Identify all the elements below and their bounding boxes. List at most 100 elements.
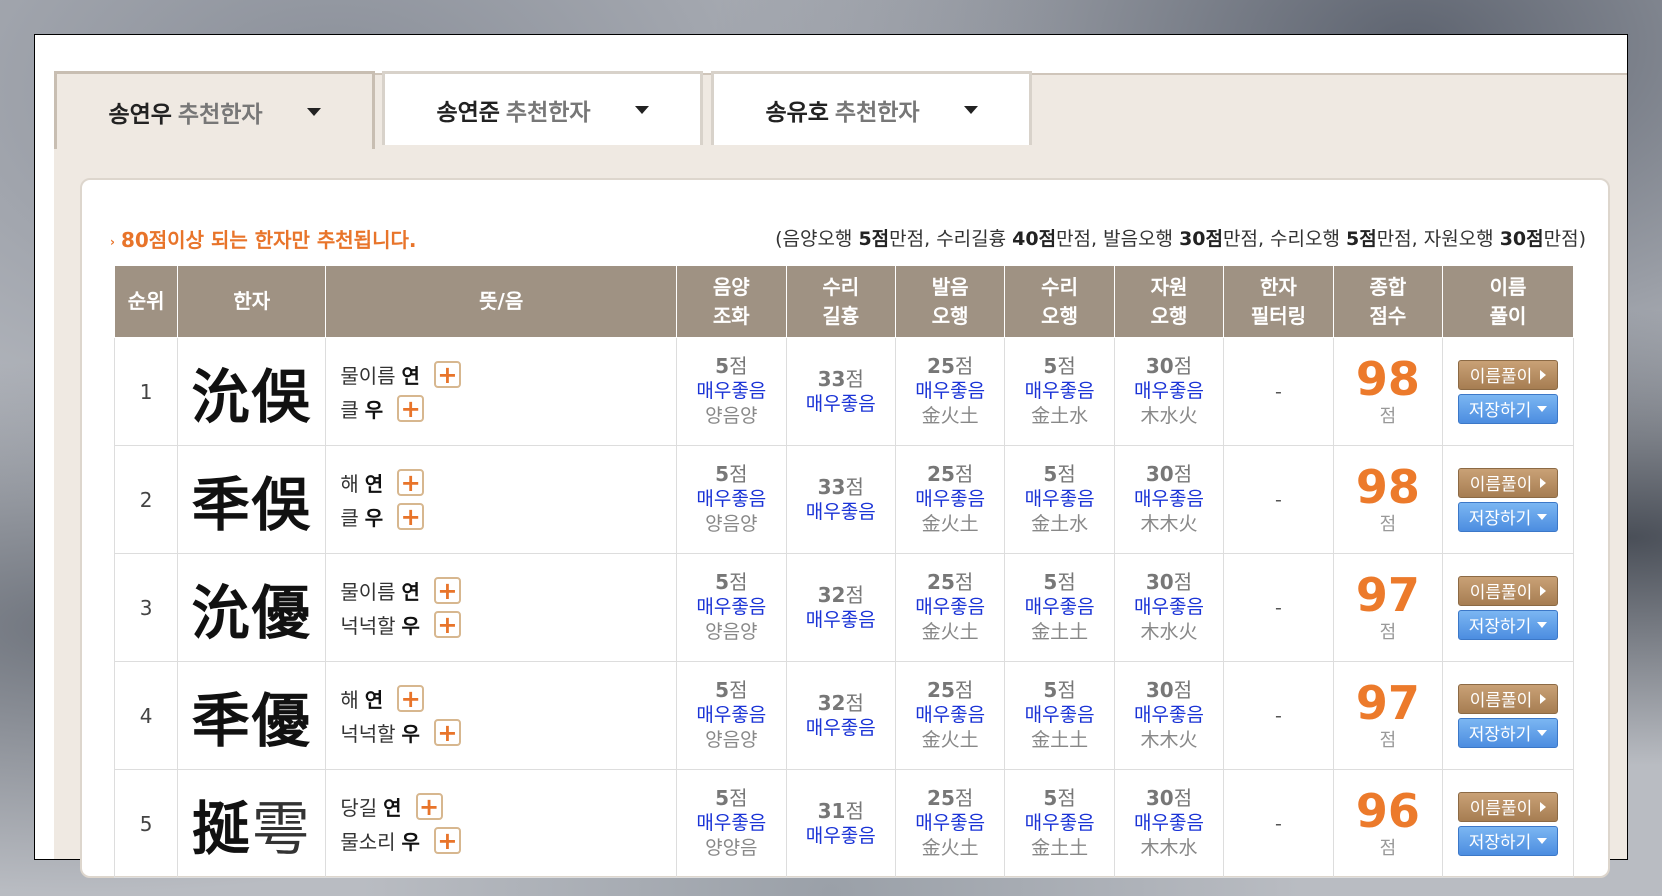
element-text: 木木水	[1140, 837, 1198, 859]
save-button[interactable]: 저장하기	[1458, 825, 1559, 856]
total-score: 98	[1355, 351, 1420, 406]
rating-text: 매우좋음	[805, 392, 876, 415]
suri-gilhyung-cell: 32점 매우좋음	[785, 661, 896, 770]
col-balum-ohaeng: 발음 오행	[894, 265, 1006, 338]
col-meaning: 뜻/음	[325, 265, 678, 338]
eumyang-cell: 5점 매우좋음 양음양	[676, 661, 787, 770]
rating-text: 매우좋음	[805, 716, 876, 739]
element-text: 金土水	[1031, 513, 1089, 535]
plus-icon[interactable]: +	[433, 827, 461, 854]
rank-cell: 3	[113, 553, 179, 662]
suri-ohaeng-cell: 5점 매우좋음 金土土	[1004, 553, 1115, 662]
arrow-right-icon	[1540, 585, 1547, 596]
arrow-right-icon	[1540, 477, 1547, 488]
tab-name: 송유호	[765, 99, 829, 126]
name-analysis-button[interactable]: 이름풀이	[1458, 575, 1559, 606]
element-text: 金火土	[921, 729, 979, 751]
name-analysis-button[interactable]: 이름풀이	[1458, 791, 1559, 822]
hanja-filter-cell: -	[1223, 769, 1334, 878]
col-jawon-ohaeng: 자원 오행	[1113, 265, 1225, 338]
save-button[interactable]: 저장하기	[1458, 501, 1559, 532]
balum-ohaeng-cell: 25점 매우좋음 金火土	[894, 337, 1006, 446]
eumyang-cell: 5점 매우좋음 양음양	[676, 337, 787, 446]
plus-icon[interactable]: +	[397, 469, 425, 496]
caret-down-icon	[1537, 621, 1548, 628]
plus-icon[interactable]: +	[433, 361, 461, 388]
save-button[interactable]: 저장하기	[1458, 609, 1559, 640]
tab-name: 송연준	[436, 99, 500, 126]
rating-text: 매우좋음	[696, 704, 767, 726]
actions-cell: 이름풀이 저장하기	[1442, 661, 1574, 770]
table-row: 1 沇俁 물이름 연 + 클 우 + 5점 매우좋음 양음양 33점 매우좋음 25점 …	[113, 337, 1574, 446]
actions-cell: 이름풀이 저장하기	[1442, 553, 1574, 662]
rating-text: 매우좋음	[915, 704, 986, 726]
suri-gilhyung-cell: 31점 매우좋음	[785, 769, 896, 878]
name-analysis-button[interactable]: 이름풀이	[1458, 359, 1559, 390]
rank-cell: 2	[113, 445, 179, 554]
table-header: 순위 한자 뜻/음 음양 조화 수리 길흉 발음 오행 수리 오행 자원 오행 한자 필터링…	[113, 265, 1574, 338]
name-analysis-button[interactable]: 이름풀이	[1458, 683, 1559, 714]
actions-cell: 이름풀이 저장하기	[1442, 769, 1574, 878]
tab-name: 송연우	[108, 101, 172, 128]
table-row: 2 秊俁 해 연 + 클 우 + 5점 매우좋음 양음양 33점 매우좋음 25점 매우…	[113, 445, 1574, 554]
rating-text: 매우좋음	[1134, 596, 1204, 618]
jawon-ohaeng-cell: 30점 매우좋음 木木火	[1113, 445, 1225, 554]
hanja-cell: 挻雩	[177, 769, 327, 878]
arrow-right-icon	[1540, 369, 1547, 380]
plus-icon[interactable]: +	[397, 685, 425, 712]
col-total-score: 종합 점수	[1332, 265, 1444, 338]
rating-text: 매우좋음	[915, 380, 986, 402]
plus-icon[interactable]: +	[433, 719, 461, 746]
score-legend: (음양오행 5점만점, 수리길흉 40점만점, 발음오행 30점만점, 수리오행…	[775, 228, 1586, 250]
rating-text: 매우좋음	[915, 596, 986, 618]
plus-icon[interactable]: +	[397, 395, 425, 422]
element-text: 金火土	[921, 837, 979, 859]
rating-text: 매우좋음	[805, 824, 876, 847]
plus-icon[interactable]: +	[415, 793, 443, 820]
tab-songyuho[interactable]: 송유호 추천한자	[711, 71, 1032, 145]
caret-down-icon	[1537, 513, 1548, 520]
col-suri-ohaeng: 수리 오행	[1004, 265, 1115, 338]
hanja-filter-cell: -	[1223, 661, 1334, 770]
recommend-table: 순위 한자 뜻/음 음양 조화 수리 길흉 발음 오행 수리 오행 자원 오행 한자 필터링…	[113, 265, 1574, 878]
rating-text: 매우좋음	[1024, 380, 1095, 402]
caret-down-icon	[1537, 405, 1548, 412]
rating-text: 매우좋음	[915, 488, 986, 510]
save-button[interactable]: 저장하기	[1458, 717, 1559, 748]
table-row: 3 沇優 물이름 연 + 넉넉할 우 + 5점 매우좋음 양음양 32점 매우좋음 25…	[113, 553, 1574, 662]
total-score: 97	[1355, 675, 1420, 730]
jawon-ohaeng-cell: 30점 매우좋음 木木火	[1113, 661, 1225, 770]
balum-ohaeng-cell: 25점 매우좋음 金火土	[894, 661, 1006, 770]
total-score: 96	[1355, 783, 1420, 838]
tab-songyeonwoo[interactable]: 송연우 추천한자	[54, 71, 375, 149]
plus-icon[interactable]: +	[433, 611, 461, 638]
element-text: 양음양	[705, 405, 758, 427]
rating-text: 매우좋음	[696, 488, 767, 510]
caret-down-icon	[1537, 837, 1548, 844]
element-text: 양음양	[705, 729, 758, 751]
eumyang-cell: 5점 매우좋음 양음양	[676, 445, 787, 554]
element-text: 양음양	[705, 621, 758, 643]
col-hanja-filter: 한자 필터링	[1223, 265, 1334, 338]
name-analysis-button[interactable]: 이름풀이	[1458, 467, 1559, 498]
tab-songyeonjun[interactable]: 송연준 추천한자	[382, 71, 703, 145]
eumyang-cell: 5점 매우좋음 양양음	[676, 769, 787, 878]
hanja-cell: 秊俁	[177, 445, 327, 554]
element-text: 양양음	[705, 837, 758, 859]
element-text: 木水火	[1140, 621, 1198, 643]
hanja-cell: 秊優	[177, 661, 327, 770]
total-score-cell: 97 점	[1332, 553, 1444, 662]
total-score: 98	[1355, 459, 1420, 514]
hanja-cell: 沇俁	[177, 337, 327, 446]
arrow-right-icon	[1540, 693, 1547, 704]
element-text: 金土水	[1031, 405, 1089, 427]
plus-icon[interactable]: +	[397, 503, 425, 530]
col-suri-gilhyung: 수리 길흉	[785, 265, 896, 338]
suri-ohaeng-cell: 5점 매우좋음 金土土	[1004, 661, 1115, 770]
total-score-cell: 96 점	[1332, 769, 1444, 878]
plus-icon[interactable]: +	[433, 577, 461, 604]
save-button[interactable]: 저장하기	[1458, 393, 1559, 424]
suri-ohaeng-cell: 5점 매우좋음 金土土	[1004, 769, 1115, 878]
rank-cell: 5	[113, 769, 179, 878]
tab-suffix: 추천한자	[505, 99, 591, 126]
